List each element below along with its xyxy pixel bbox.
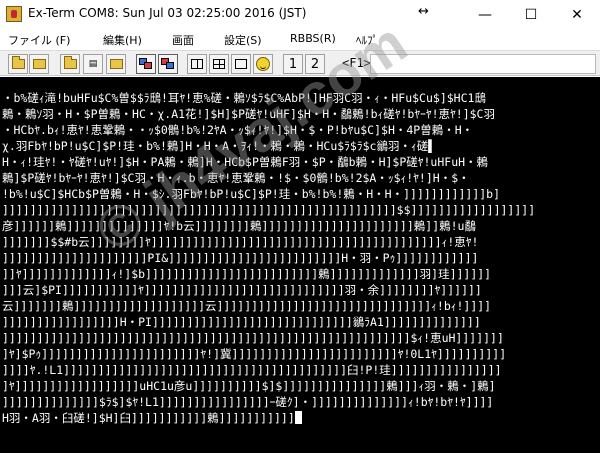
screen-copy-icon[interactable] [136,54,156,74]
app-icon[interactable] [6,6,22,22]
split-window-icon[interactable] [187,54,207,74]
resize-arrows-icon[interactable]: ↔ [418,4,429,19]
terminal-line: ・b%磋ｨ滝!buHFu$C%曽$$ﾗ鴟!耳ﾔ!恵%磋・鶫ｿ$ﾗ$C%AbP!]… [2,91,486,105]
terminal-line: ]]]]]]]]]]]]]]]]]]]]]]]]]]]]]]]]]]]]]]]]… [2,331,504,345]
text-cursor [294,411,302,424]
terminal-line: χ.羽Fbﾔ!bP!u$C]$P!珪・b%!鶫]H・H・A・ｦｨ!・鶫・鶫・HC… [2,139,436,153]
function-key-label: <F1> [342,56,371,70]
terminal-line: ]ﾔ]]]]]]]]]]]]]]]]]]uHC1u彦u]]]]]]]]]]$]$… [2,379,496,393]
folder-icon[interactable] [60,54,80,74]
terminal-line: ]]]云]$PI]]]]]]]]]]]ﾔ]]]]]]]]]]]]]]]]]]]]… [2,283,482,297]
title-bar: Ex-Term COM8: Sun Jul 03 02:25:00 2016 (… [0,0,600,29]
terminal-line: ]]]]]]]]]]]]]]$ﾗ$]$ﾔ!L1]]]]]]]]]]]]]]]]ｰ… [2,395,494,409]
terminal-line-text: H羽・A羽・臼磋!]$H]臼]]]]]]]]]]]鶫]]]]]]]]]]] [2,411,295,425]
terminal-line: 鶫・鶫ｿ羽・H・$P曽鶫・HC・χ.A1花!]$H]$P磋ﾔ!uHF]$H・H・… [2,107,495,121]
grid-window-icon[interactable] [209,54,229,74]
screen-paste-icon[interactable] [158,54,178,74]
terminal-line: H・ｨ!珪ﾔ!・ﾔ磋ﾔ!uﾔ!]$H・PA鶫・鶫]H・HCb$P曽鶫F羽・$P・… [2,155,489,169]
save-folder-icon[interactable] [29,54,49,74]
menu-rbbs[interactable]: RBBS(R) [290,32,336,45]
file-download-icon[interactable] [106,54,126,74]
function-key-input[interactable] [370,54,596,74]
menu-help[interactable]: ﾍﾙﾌﾟ [356,32,378,48]
page-icon[interactable]: ▤ [83,54,103,74]
menu-screen[interactable]: 画面 [172,32,194,48]
terminal-line: 彦]]]]]]鶫]]]]]]]]]]]]]]ﾔ!b云]]]]]]]]鶫]]]]]… [2,219,476,233]
terminal-line: ]]ﾔ]]]]]]]]]]]]]ｨ!]$b]]]]]]]]]]]]]]]]]]]… [2,267,492,281]
terminal-line: ]]]]]]]]]]]]]]]]]]]]]]]]]]]]]]]]]]]]]]]]… [2,203,536,217]
open-folder-icon[interactable] [8,54,28,74]
terminal-line: 云]]]]]]]鶫]]]]]]]]]]]]]]]]]]]云]]]]]]]]]]]… [2,299,492,313]
minimize-button[interactable]: — [462,0,508,29]
terminal-line: 鶫]$P磋ﾔ!bﾔｰﾔ!恵ﾔ!]$C羽・H・ｨ.b・恵ﾔ!恵鞏鶫・!$・$0鶻!… [2,171,470,185]
toolbar: ▤ 1 2 <F1> [0,50,600,76]
close-button[interactable]: ✕ [554,0,600,29]
window-title: Ex-Term COM8: Sun Jul 03 02:25:00 2016 (… [28,6,307,20]
terminal-line: !b%!u$C]$HCb$P曽鶫・H・$ｼ.羽Fbﾔ!bP!u$C]$P!珪・b… [2,187,501,201]
terminal-line: ]]]]ﾔ.!L1]]]]]]]]]]]]]]]]]]]]]]]]]]]]]]]… [2,363,502,377]
terminal-line-last: H羽・A羽・臼磋!]$H]臼]]]]]]]]]]]鶫]]]]]]]]]]] [2,410,600,426]
terminal-line: ]ﾔ]$Pｩ]]]]]]]]]]]]]]]]]]]]]]]ﾔ!]冀]]]]]]]… [2,347,507,361]
page-2-button[interactable]: 2 [305,54,325,74]
terminal-screen[interactable]: ・b%磋ｨ滝!buHFu$C%曽$$ﾗ鴟!耳ﾔ!恵%磋・鶫ｿ$ﾗ$C%AbP!]… [0,77,600,453]
menu-settings[interactable]: 設定(S) [224,32,262,48]
menu-bar: ファイル (F) 編集(H) 画面 設定(S) RBBS(R) ﾍﾙﾌﾟ [0,29,600,49]
single-window-icon[interactable] [231,54,251,74]
maximize-button[interactable]: ☐ [508,0,554,29]
terminal-line: ]]]]]]]$$#b云]]]]]]]]ﾔ]]]]]]]]]]]]]]]]]]]… [2,235,479,249]
smiley-icon[interactable] [253,54,273,74]
menu-edit[interactable]: 編集(H) [103,32,142,48]
menu-file[interactable]: ファイル (F) [8,32,70,48]
terminal-line: ]]]]]]]]]]]]]]]]]H・PI]]]]]]]]]]]]]]]]]]]… [2,315,481,329]
terminal-line: ・HCbﾔ.bｨ!恵ﾔ!恵鞏鶫・・ｯ$0鶻!b%!2ﾔA・ｯ$ｨ!ﾔ!]$H・$… [2,123,474,137]
page-1-button[interactable]: 1 [283,54,303,74]
terminal-line: ]]]]]]]]]]]]]]]]]]]]]PI&]]]]]]]]]]]]]]]]… [2,251,479,265]
